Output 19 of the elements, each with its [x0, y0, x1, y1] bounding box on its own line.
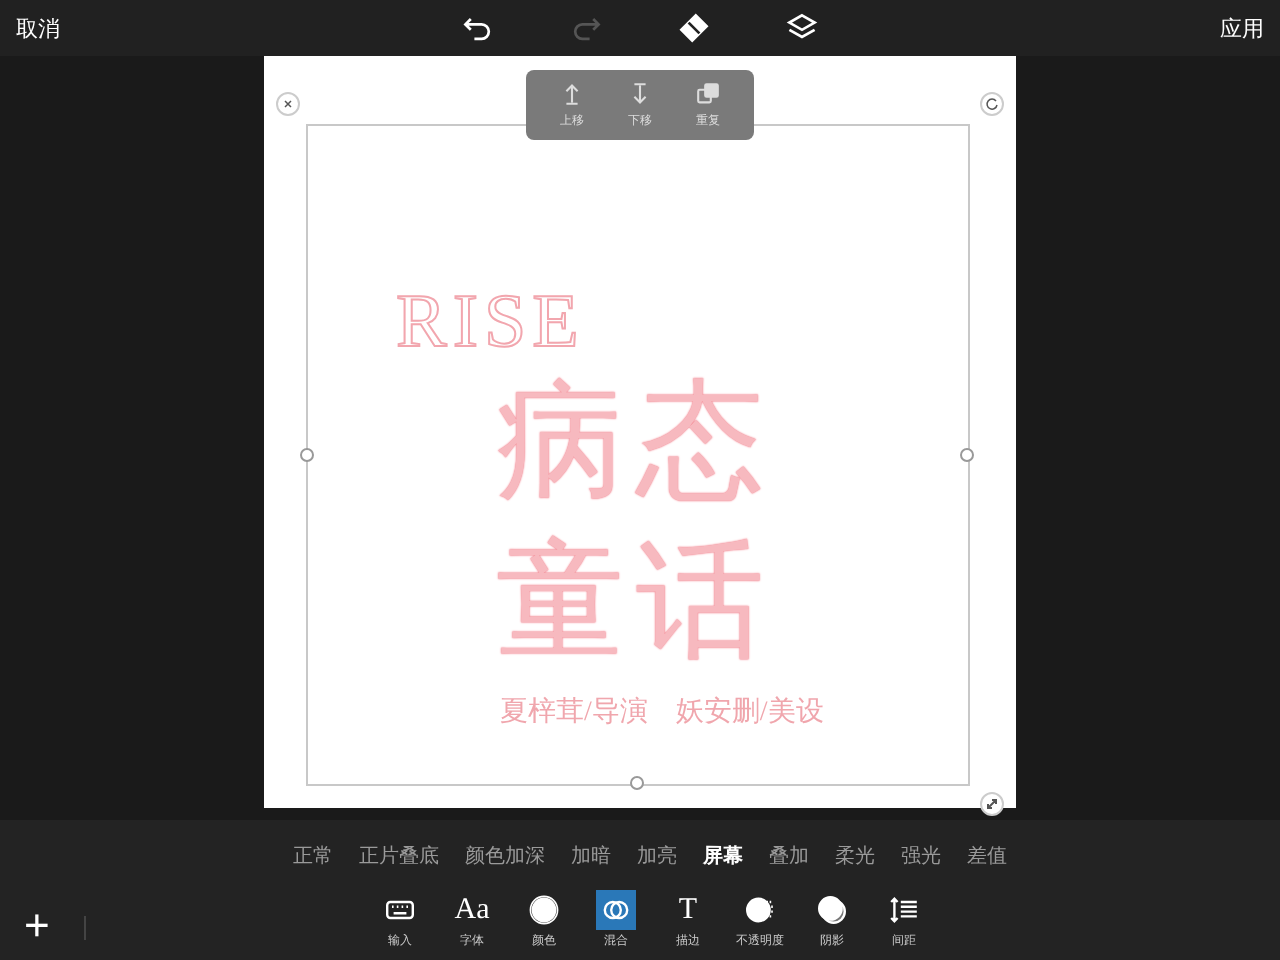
apply-button[interactable]: 应用 — [1216, 9, 1268, 47]
cancel-button[interactable]: 取消 — [12, 9, 64, 47]
blend-mode-option[interactable]: 强光 — [901, 842, 941, 870]
artwork-title: 病态 — [496, 368, 776, 516]
blend-mode-option[interactable]: 加暗 — [571, 842, 611, 870]
artwork-credits: 夏梓茸/导演 妖安删/美设 — [500, 694, 824, 730]
font-icon: Aa — [452, 890, 492, 930]
blend-mode-option[interactable]: 正片叠底 — [359, 842, 439, 870]
text-outline-icon: T — [668, 890, 708, 930]
blend-mode-option[interactable]: 颜色加深 — [465, 842, 545, 870]
add-button[interactable]: + — [24, 906, 50, 946]
blend-mode-option[interactable]: 加亮 — [637, 842, 677, 870]
blend-mode-option[interactable]: 正常 — [293, 842, 333, 870]
blend-mode-option[interactable]: 叠加 — [769, 842, 809, 870]
artwork-title: 童话 — [496, 528, 776, 676]
blend-mode-option[interactable]: 屏幕 — [703, 842, 743, 870]
blend-mode-option[interactable]: 柔光 — [835, 842, 875, 870]
blend-mode-option[interactable]: 差值 — [967, 842, 1007, 870]
artwork-heading: RISE — [396, 282, 585, 362]
